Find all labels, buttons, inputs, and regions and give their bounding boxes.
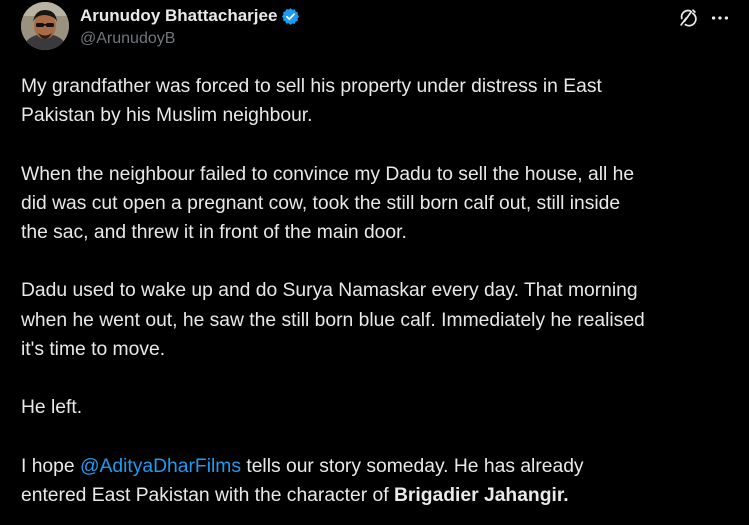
grok-icon[interactable] xyxy=(677,7,699,29)
tweet-paragraph-2: When the neighbour failed to convince my… xyxy=(21,163,635,243)
handle[interactable]: @ArunudoyB xyxy=(80,30,300,48)
tweet-paragraph-4: He left. xyxy=(21,397,83,419)
avatar-image xyxy=(21,2,69,50)
header-actions xyxy=(677,7,731,29)
mention-link[interactable]: @AdityaDharFilms xyxy=(80,456,241,477)
tweet-text: My grandfather was forced to sell his pr… xyxy=(21,72,736,510)
verified-badge-icon[interactable] xyxy=(281,7,300,26)
tweet-header: Arunudoy Bhattacharjee @ArunudoyB xyxy=(21,2,731,54)
bold-text: Brigadier Jahangir. xyxy=(393,484,569,506)
tweet-paragraph-3: Dadu used to wake up and do Surya Namask… xyxy=(21,280,645,360)
author-identity: Arunudoy Bhattacharjee @ArunudoyB xyxy=(80,5,300,48)
avatar[interactable] xyxy=(21,2,69,50)
tweet-paragraph-1: My grandfather was forced to sell his pr… xyxy=(21,76,602,127)
paragraph-5-middle: tells our story someday. He has already xyxy=(240,455,584,477)
paragraph-5-prefix: I hope xyxy=(21,455,80,477)
paragraph-5-line2: entered East Pakistan with the character… xyxy=(21,484,394,506)
display-name[interactable]: Arunudoy Bhattacharjee xyxy=(80,6,277,26)
more-options-icon[interactable] xyxy=(709,7,731,29)
tweet: Arunudoy Bhattacharjee @ArunudoyB My gra… xyxy=(0,0,749,525)
name-row: Arunudoy Bhattacharjee xyxy=(80,5,300,27)
tweet-paragraph-5: I hope @AdityaDharFilms tells our story … xyxy=(21,452,736,510)
